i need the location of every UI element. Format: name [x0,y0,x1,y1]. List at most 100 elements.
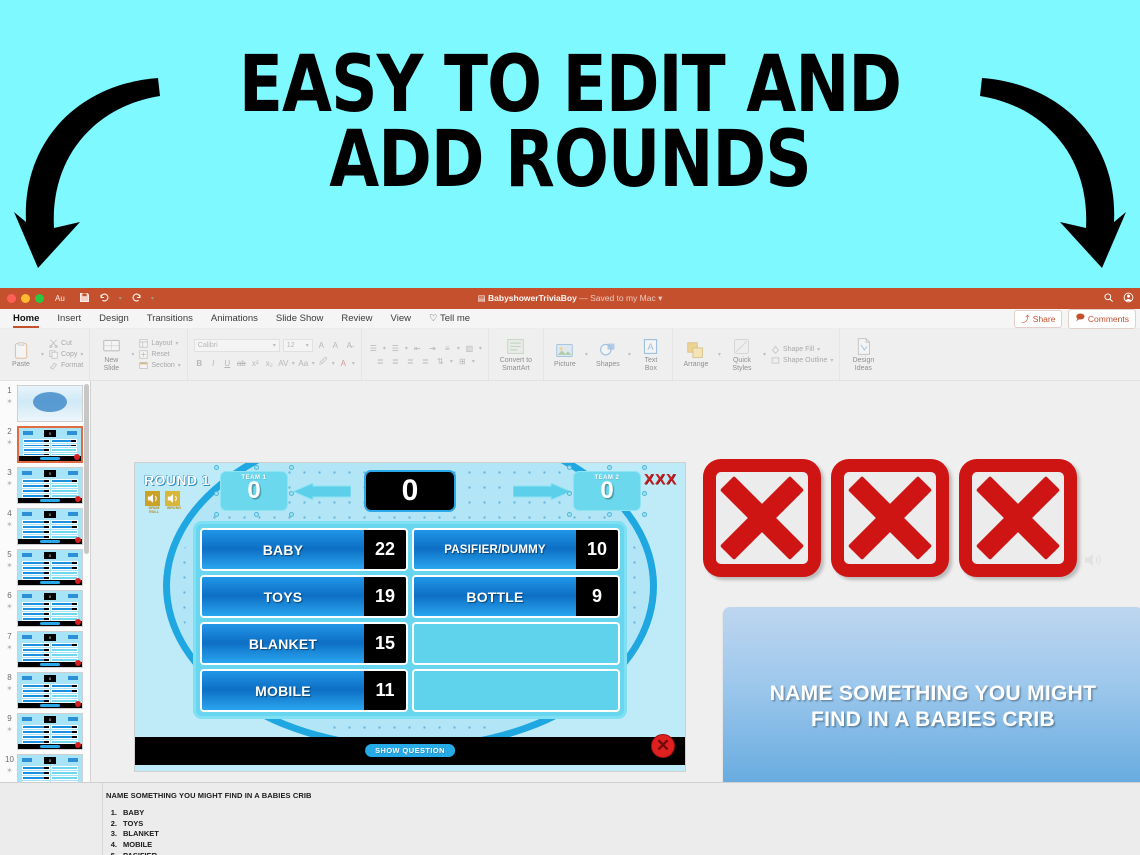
bullets-dropdown-icon[interactable]: ▾ [383,345,386,352]
slide-thumbnail[interactable]: 0 [17,549,83,586]
subscript-button[interactable]: x₂ [264,359,275,368]
justify-icon[interactable]: ≣ [420,357,431,366]
search-icon[interactable] [1103,292,1114,306]
picture-button[interactable]: Picture [550,341,580,369]
tab-animations[interactable]: Animations [202,311,267,327]
undo-icon[interactable] [99,292,110,306]
picture-dropdown-icon[interactable]: ▾ [585,351,588,358]
selection-handles[interactable] [214,465,294,517]
answer-cell-empty[interactable] [412,622,620,665]
ribbon-right-actions[interactable]: ⤴ Share 🗩 Comments [1014,308,1136,329]
align-text-dropdown-icon[interactable]: ▾ [472,358,475,365]
text-box-button[interactable]: A Text Box [636,337,666,373]
slide-thumbnail[interactable]: 0 [17,467,83,504]
cut-button[interactable]: Cut [49,339,83,348]
team1-score-box[interactable]: TEAM 1 0 [214,465,294,517]
strike-box-3[interactable] [959,459,1077,577]
bullets-icon[interactable]: ☰ [368,344,379,353]
tab-review[interactable]: Review [332,311,381,327]
reset-button[interactable]: Reset [139,350,180,359]
character-spacing-dropdown-icon[interactable]: ▾ [292,360,295,367]
account-icon[interactable] [1123,292,1134,306]
slide-thumbnail[interactable]: 0 [17,590,83,627]
answer-cell-empty[interactable] [412,669,620,712]
bold-button[interactable]: B [194,359,205,368]
qat-more-icon[interactable]: ▾ [151,295,154,302]
font-color-icon[interactable]: A [338,359,349,368]
autosave-toggle[interactable]: Au [55,294,65,303]
list-item[interactable]: 8 ✶ 0 [0,668,90,709]
list-item[interactable]: 1 ✶ [0,381,90,422]
title-dropdown-icon[interactable]: ▾ [658,293,662,303]
section-button[interactable]: Section ▾ [139,361,181,370]
list-item[interactable]: 4 ✶ 0 [0,504,90,545]
tab-design[interactable]: Design [90,311,138,327]
tab-view[interactable]: View [382,311,420,327]
font-family-select[interactable]: Calibri ▾ [193,339,280,352]
layout-dropdown-icon[interactable]: ▾ [175,340,178,347]
copy-button[interactable]: Copy ▾ [49,350,83,359]
character-spacing-button[interactable]: AV [278,359,289,368]
slide-thumbnail[interactable]: 0 [17,508,83,545]
font-size-select[interactable]: 12 ▾ [282,339,313,352]
numbering-dropdown-icon[interactable]: ▾ [405,345,408,352]
question-display-box[interactable]: NAME SOMETHING YOU MIGHT FIND IN A BABIE… [723,607,1140,807]
tab-home[interactable]: Home [4,311,48,328]
underline-button[interactable]: U [222,359,233,368]
align-text-icon[interactable]: ⊞ [457,357,468,366]
change-case-dropdown-icon[interactable]: ▾ [312,360,315,367]
answer-cell[interactable]: TOYS 19 [200,575,408,618]
copy-dropdown-icon[interactable]: ▾ [80,351,83,358]
shapes-dropdown-icon[interactable]: ▾ [628,351,631,358]
drum-roll-sound-icon[interactable]: DRUM ROLL [145,491,160,514]
columns-icon[interactable]: ▥ [464,344,475,353]
list-item[interactable]: 2 ✶ 0 [0,422,90,463]
slide-thumbnail[interactable]: 0 [17,631,83,668]
superscript-button[interactable]: x² [250,359,261,368]
design-ideas-button[interactable]: Design Ideas [846,337,880,373]
italic-button[interactable]: I [208,359,219,368]
align-right-icon[interactable]: ≣ [405,357,416,366]
shape-outline-dropdown-icon[interactable]: ▾ [830,357,833,364]
line-spacing-dropdown-icon[interactable]: ▾ [457,345,460,352]
list-item[interactable]: 3 ✶ 0 [0,463,90,504]
tab-slide-show[interactable]: Slide Show [267,311,333,327]
answer-cell[interactable]: MOBILE 11 [200,669,408,712]
convert-to-smartart-button[interactable]: Convert to SmartArt [495,337,537,373]
strike-box-2[interactable] [831,459,949,577]
section-dropdown-icon[interactable]: ▾ [178,362,181,369]
answer-board[interactable]: BABY 22 PASIFIER/DUMMY 10 TOYS 19 BOTTLE… [193,521,627,719]
buzzer-sound-icon[interactable]: WRONG [165,491,181,510]
maximize-button[interactable] [35,294,44,303]
titlebar-right-icons[interactable] [1103,292,1134,306]
notes-pane[interactable]: NAME SOMETHING YOU MIGHT FIND IN A BABIE… [0,782,1140,855]
current-slide[interactable]: ROUND 1 DRUM ROLL WRONG TEAM 1 0 0 TEAM … [135,463,685,771]
strikethrough-button[interactable]: ab [236,359,247,368]
tab-insert[interactable]: Insert [48,311,90,327]
slide-thumbnail[interactable]: 0 [17,713,83,750]
format-painter-button[interactable]: Format [49,361,83,370]
numbering-icon[interactable]: ☰ [390,344,401,353]
change-case-button[interactable]: Aa [298,359,309,368]
text-direction-icon[interactable]: ⇅ [435,357,446,366]
minimize-button[interactable] [21,294,30,303]
answer-cell[interactable]: BABY 22 [200,528,408,571]
quick-styles-button[interactable]: Quick Styles [726,337,758,373]
align-center-icon[interactable]: ≣ [390,357,401,366]
arrange-dropdown-icon[interactable]: ▾ [718,351,721,358]
decrease-font-size-button[interactable]: A [330,341,341,350]
undo-dropdown-icon[interactable]: ▾ [119,295,122,302]
font-color-dropdown-icon[interactable]: ▾ [352,360,355,367]
quick-styles-dropdown-icon[interactable]: ▾ [763,351,766,358]
list-item[interactable]: 9 ✶ 0 [0,709,90,750]
highlight-dropdown-icon[interactable]: ▾ [332,360,335,367]
arrange-button[interactable]: Arrange [679,341,713,369]
quick-access-toolbar[interactable]: ▾ ▾ [79,292,154,306]
slide-thumbnail[interactable]: 0 [17,426,83,463]
slide-thumbnail[interactable] [17,385,83,422]
list-item[interactable]: 6 ✶ 0 [0,586,90,627]
answer-cell[interactable]: BOTTLE 9 [412,575,620,618]
shape-fill-button[interactable]: Shape Fill ▾ [771,345,833,354]
increase-font-size-button[interactable]: A [316,341,327,350]
close-button[interactable] [7,294,16,303]
